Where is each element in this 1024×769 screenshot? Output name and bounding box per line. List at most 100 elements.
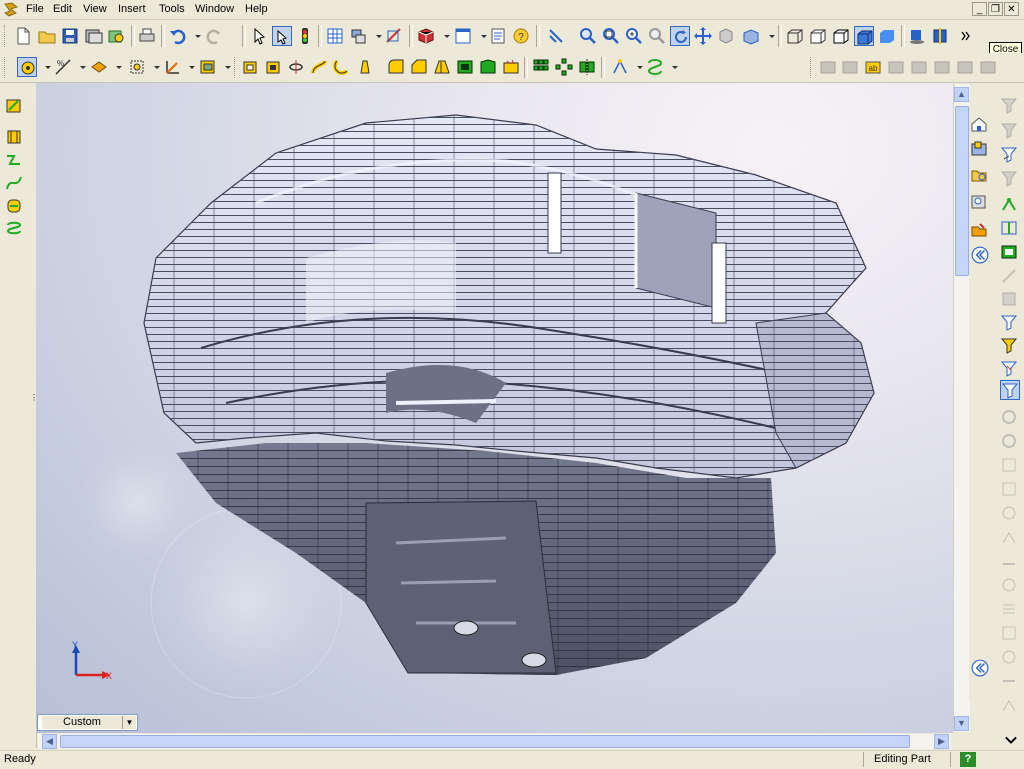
helix-icon[interactable] <box>645 57 665 77</box>
reference-dropdown-icon[interactable] <box>182 57 195 77</box>
horizontal-scrollbar[interactable]: ◀ ▶ <box>38 734 951 749</box>
curves-icon[interactable] <box>198 57 218 77</box>
collapse-task-pane-icon[interactable] <box>971 246 989 264</box>
layout-dropdown-icon[interactable] <box>474 26 487 46</box>
mirror-icon[interactable] <box>577 57 597 77</box>
help-icon[interactable]: ? <box>960 752 976 767</box>
properties-icon[interactable] <box>488 26 508 46</box>
sweep-icon[interactable] <box>309 57 329 77</box>
filter-block-icon[interactable] <box>1000 624 1018 642</box>
filter-silhouette-icon[interactable] <box>1000 432 1018 450</box>
filter-cosmetic-thread-icon[interactable] <box>1000 600 1018 618</box>
help-icon[interactable]: ? <box>511 26 531 46</box>
zoom-in-out-icon[interactable] <box>624 26 644 46</box>
filter-faces-icon[interactable] <box>1000 121 1018 139</box>
dome-icon[interactable] <box>355 57 375 77</box>
scroll-right-arrow-icon[interactable]: ▶ <box>934 734 949 749</box>
scroll-up-arrow-icon[interactable]: ▲ <box>954 87 969 102</box>
sketch-dropdown-icon[interactable] <box>38 57 51 77</box>
graphics-viewport[interactable]: Y X <box>36 83 953 733</box>
reference-geometry-icon[interactable] <box>163 57 183 77</box>
filter-dowel-icon[interactable] <box>1000 648 1018 666</box>
horizontal-scroll-thumb[interactable] <box>60 735 910 748</box>
filter-dim-icon[interactable] <box>1000 267 1018 285</box>
filter-weld-icon[interactable] <box>1000 408 1018 426</box>
spline-icon[interactable] <box>5 174 23 192</box>
sketch-icon[interactable] <box>384 26 404 46</box>
filter-surface-icon[interactable] <box>1000 313 1018 331</box>
chevron-down-icon[interactable]: ▼ <box>122 716 136 729</box>
menu-window[interactable]: Window <box>195 2 234 17</box>
smart-dimension-icon[interactable] <box>546 26 566 46</box>
print-preview-icon[interactable] <box>106 26 126 46</box>
zoom-to-area-icon[interactable] <box>601 26 621 46</box>
menu-edit[interactable]: Edit <box>53 2 72 17</box>
sketch-icon[interactable] <box>5 97 23 115</box>
construction-icon[interactable] <box>5 197 23 215</box>
new-document-icon[interactable] <box>13 26 33 46</box>
save-as-icon[interactable] <box>84 26 104 46</box>
linear-pattern-icon[interactable] <box>531 57 551 77</box>
toolbar-tools-icon[interactable] <box>349 26 369 46</box>
menu-view[interactable]: View <box>83 2 107 17</box>
circular-pattern-icon[interactable] <box>554 57 574 77</box>
loft-icon[interactable] <box>332 57 352 77</box>
hole-wizard-icon[interactable] <box>501 57 521 77</box>
dimension-dropdown-icon[interactable] <box>73 57 86 77</box>
menu-help[interactable]: Help <box>245 2 268 17</box>
sketch-plane-icon[interactable] <box>17 57 37 77</box>
sketch-tools-icon[interactable] <box>127 57 147 77</box>
view-orientation-select[interactable]: Custom ▼ <box>37 714 138 731</box>
tools-dropdown-icon[interactable] <box>369 26 382 46</box>
revolve-icon[interactable] <box>286 57 306 77</box>
filter-active-icon[interactable] <box>1000 380 1020 400</box>
save-icon[interactable] <box>60 26 80 46</box>
vertical-scrollbar[interactable]: ▲ ▼ <box>953 84 970 732</box>
filter-icon[interactable] <box>1000 96 1018 114</box>
curve-tools-icon[interactable] <box>610 57 630 77</box>
expand-panel-icon[interactable] <box>971 659 989 677</box>
search-icon[interactable] <box>970 193 988 211</box>
mold-tools-icon-8[interactable] <box>978 57 998 77</box>
view-palette-icon[interactable] <box>970 221 988 239</box>
mold-tools-icon-5[interactable] <box>909 57 929 77</box>
undo-icon[interactable] <box>168 26 188 46</box>
toolbar-grip[interactable] <box>234 57 238 78</box>
filter-surface-finish-icon[interactable] <box>1000 528 1018 546</box>
redo-icon[interactable] <box>204 26 224 46</box>
toolbar-more-icon[interactable] <box>1002 731 1017 745</box>
menu-file[interactable]: File <box>26 2 44 17</box>
mold-tools-icon-7[interactable] <box>955 57 975 77</box>
menu-tools[interactable]: Tools <box>159 2 185 17</box>
fillet-icon[interactable] <box>386 57 406 77</box>
filter-weld-symbol-icon[interactable] <box>1000 552 1018 570</box>
filter-vertices-icon[interactable] <box>1000 169 1018 187</box>
hidden-lines-removed-icon[interactable] <box>831 26 851 46</box>
toolbar-grip[interactable] <box>810 57 814 78</box>
filter-routing-icon[interactable] <box>1000 696 1018 714</box>
3d-box-icon[interactable] <box>416 26 436 46</box>
extruded-cut-icon[interactable] <box>263 57 283 77</box>
zoom-to-fit-icon[interactable] <box>578 26 598 46</box>
toolbar-grip[interactable] <box>4 57 8 78</box>
rib-icon[interactable] <box>432 57 452 77</box>
filter-datum-target-icon[interactable] <box>1000 576 1018 594</box>
helix-icon[interactable] <box>5 220 23 238</box>
curve-tools-dropdown-icon[interactable] <box>630 57 643 77</box>
filter-axis-icon[interactable] <box>1000 195 1018 213</box>
filter-datum-icon[interactable] <box>1000 456 1018 474</box>
chamfer-icon[interactable] <box>409 57 429 77</box>
line-icon[interactable] <box>5 128 23 146</box>
undo-dropdown-icon[interactable] <box>188 26 201 46</box>
filter-balloon-icon[interactable] <box>1000 504 1018 522</box>
filter-curve-icon[interactable] <box>1000 336 1018 354</box>
3d-drawing-view-icon[interactable] <box>716 26 736 46</box>
draft-icon[interactable] <box>478 57 498 77</box>
views-dropdown-icon[interactable] <box>762 26 775 46</box>
filter-point-icon[interactable] <box>1000 243 1018 261</box>
mold-tools-icon-1[interactable] <box>818 57 838 77</box>
filter-gtol-icon[interactable] <box>1000 480 1018 498</box>
standard-views-icon[interactable] <box>741 26 761 46</box>
minimize-button[interactable]: _ <box>972 2 987 16</box>
toolbar-grip[interactable] <box>4 25 8 47</box>
